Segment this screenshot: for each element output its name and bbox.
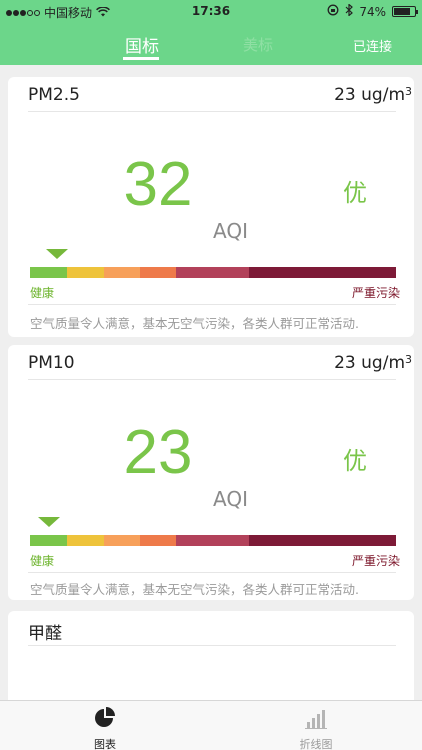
tab-line-chart-label: 折线图 bbox=[299, 738, 333, 750]
scale-segment-moderate bbox=[140, 535, 176, 546]
divider bbox=[28, 304, 396, 305]
tab-guobiao[interactable]: 国标 bbox=[123, 32, 161, 57]
scale-segment-severe bbox=[249, 267, 396, 278]
scale-segment-good bbox=[67, 535, 104, 546]
aqi-scale-bar bbox=[30, 535, 396, 546]
tab-chart[interactable]: 图表 bbox=[75, 706, 135, 750]
bottom-tab-bar: 图表 折线图 bbox=[0, 700, 422, 750]
divider bbox=[28, 111, 396, 112]
aqi-label: AQI bbox=[213, 219, 248, 243]
scale-segment-light bbox=[104, 535, 140, 546]
card-unit: 23 ug/m3 bbox=[334, 353, 412, 373]
standard-tabs: 国标 美标 已连接 bbox=[0, 30, 422, 60]
bar-chart-icon bbox=[304, 710, 328, 734]
battery-icon bbox=[392, 6, 418, 17]
pm10-card: PM10 23 ug/m3 23 优 AQI 健康 严重污染 空气质量令人满意，… bbox=[8, 345, 414, 600]
pm25-card: PM2.5 23 ug/m3 32 优 AQI 健康 严重污染 空气质量令人满意… bbox=[8, 77, 414, 337]
divider bbox=[28, 379, 396, 380]
level-marker bbox=[38, 517, 60, 527]
level-marker bbox=[46, 249, 68, 259]
rotation-lock-icon bbox=[327, 4, 339, 19]
scale-segment-light bbox=[104, 267, 140, 278]
aqi-description: 空气质量令人满意，基本无空气污染，各类人群可正常活动. bbox=[30, 582, 359, 597]
status-bar: 中国移动 17:36 74% bbox=[0, 0, 422, 22]
label-severe: 严重污染 bbox=[351, 554, 400, 568]
tab-active-indicator bbox=[123, 57, 159, 60]
pie-chart-icon bbox=[93, 707, 117, 734]
aqi-value: 32 bbox=[123, 150, 193, 219]
status-right: 74% bbox=[327, 3, 418, 19]
scale-segment-excellent bbox=[30, 535, 67, 546]
card-title: PM10 bbox=[28, 353, 75, 373]
tab-meibiao[interactable]: 美标 bbox=[243, 34, 273, 55]
formaldehyde-card: 甲醛 bbox=[8, 611, 414, 706]
app-header: 中国移动 17:36 74% 国标 美标 已连接 bbox=[0, 0, 422, 65]
label-healthy: 健康 bbox=[30, 554, 55, 568]
label-severe: 严重污染 bbox=[351, 286, 400, 300]
aqi-scale-bar bbox=[30, 267, 396, 278]
card-title: 甲醛 bbox=[28, 624, 62, 644]
connection-status[interactable]: 已连接 bbox=[353, 36, 392, 55]
scale-segment-excellent bbox=[30, 267, 67, 278]
aqi-value: 23 bbox=[123, 418, 193, 487]
tab-chart-label: 图表 bbox=[94, 738, 116, 750]
divider bbox=[28, 572, 396, 573]
card-title: PM2.5 bbox=[28, 85, 80, 105]
scale-segment-heavy bbox=[176, 267, 249, 278]
scale-segment-severe bbox=[249, 535, 396, 546]
scale-segment-good bbox=[67, 267, 104, 278]
scale-segment-heavy bbox=[176, 535, 249, 546]
aqi-description: 空气质量令人满意，基本无空气污染，各类人群可正常活动. bbox=[30, 316, 359, 331]
bluetooth-icon bbox=[345, 3, 354, 19]
divider bbox=[28, 645, 396, 646]
card-unit: 23 ug/m3 bbox=[334, 85, 412, 105]
scale-segment-moderate bbox=[140, 267, 176, 278]
aqi-label: AQI bbox=[213, 487, 248, 511]
tab-line-chart[interactable]: 折线图 bbox=[286, 706, 346, 750]
battery-percent: 74% bbox=[359, 4, 386, 19]
label-healthy: 健康 bbox=[30, 286, 55, 300]
aqi-grade: 优 bbox=[343, 179, 367, 207]
aqi-grade: 优 bbox=[343, 447, 367, 475]
